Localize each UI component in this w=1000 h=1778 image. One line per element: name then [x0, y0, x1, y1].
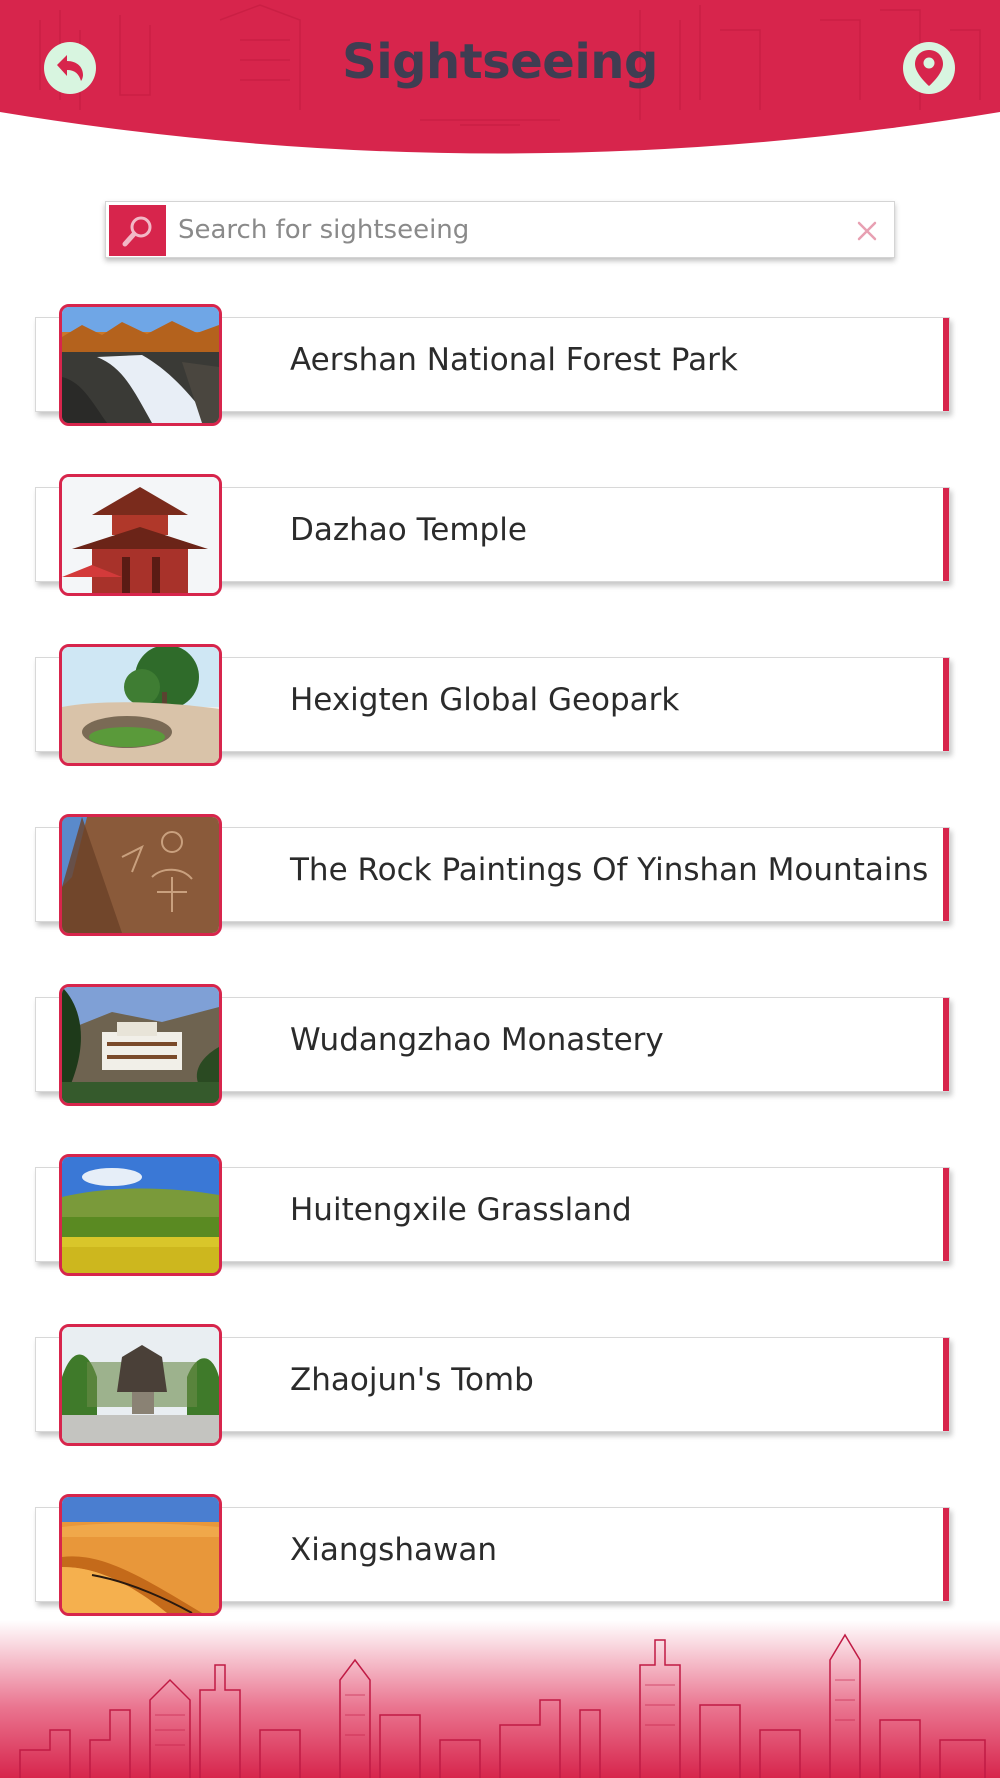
city-skyline-decoration — [0, 1620, 1000, 1778]
place-name: Aershan National Forest Park — [290, 342, 738, 378]
card-accent — [943, 1168, 949, 1261]
list-item[interactable]: Zhaojun's Tomb — [0, 1324, 1000, 1449]
search-bar — [105, 201, 895, 258]
search-icon — [122, 216, 151, 246]
list-item[interactable]: Dazhao Temple — [0, 474, 1000, 599]
place-name: Wudangzhao Monastery — [290, 1022, 664, 1058]
back-arrow-icon — [57, 55, 83, 81]
card-accent — [943, 318, 949, 411]
place-thumbnail — [59, 1154, 222, 1276]
list-item[interactable]: Aershan National Forest Park — [0, 304, 1000, 429]
list-item[interactable]: Xiangshawan — [0, 1494, 1000, 1619]
place-name: Huitengxile Grassland — [290, 1192, 632, 1228]
sand-dunes-image — [62, 1497, 219, 1613]
place-thumbnail — [59, 1494, 222, 1616]
horse-statue-image — [62, 1327, 219, 1443]
place-name: Xiangshawan — [290, 1532, 497, 1568]
list-item[interactable]: Wudangzhao Monastery — [0, 984, 1000, 1109]
list-item[interactable]: The Rock Paintings Of Yinshan Mountains — [0, 814, 1000, 939]
rock-carvings-image — [62, 817, 219, 933]
place-name: Zhaojun's Tomb — [290, 1362, 534, 1398]
map-pin-icon — [915, 50, 943, 86]
card-accent — [943, 998, 949, 1091]
pagoda-image — [62, 477, 219, 593]
card-accent — [943, 1338, 949, 1431]
search-button[interactable] — [109, 205, 166, 256]
close-icon[interactable] — [855, 219, 879, 243]
place-thumbnail — [59, 814, 222, 936]
place-thumbnail — [59, 984, 222, 1106]
rock-pool-trees-image — [62, 647, 219, 763]
search-input[interactable] — [178, 210, 828, 250]
waterfall-forest-image — [62, 307, 219, 423]
place-thumbnail — [59, 1324, 222, 1446]
app-header: Sightseeing — [0, 0, 1000, 170]
location-button[interactable] — [903, 42, 955, 94]
place-name: Dazhao Temple — [290, 512, 527, 548]
place-thumbnail — [59, 644, 222, 766]
card-accent — [943, 828, 949, 921]
place-name: Hexigten Global Geopark — [290, 682, 680, 718]
place-thumbnail — [59, 304, 222, 426]
place-thumbnail — [59, 474, 222, 596]
hillside-monastery-image — [62, 987, 219, 1103]
page-title: Sightseeing — [342, 34, 658, 90]
grassland-flowers-image — [62, 1157, 219, 1273]
card-accent — [943, 488, 949, 581]
card-accent — [943, 658, 949, 751]
back-button[interactable] — [44, 42, 96, 94]
place-name: The Rock Paintings Of Yinshan Mountains — [290, 852, 929, 888]
list-item[interactable]: Huitengxile Grassland — [0, 1154, 1000, 1279]
list-item[interactable]: Hexigten Global Geopark — [0, 644, 1000, 769]
card-accent — [943, 1508, 949, 1601]
